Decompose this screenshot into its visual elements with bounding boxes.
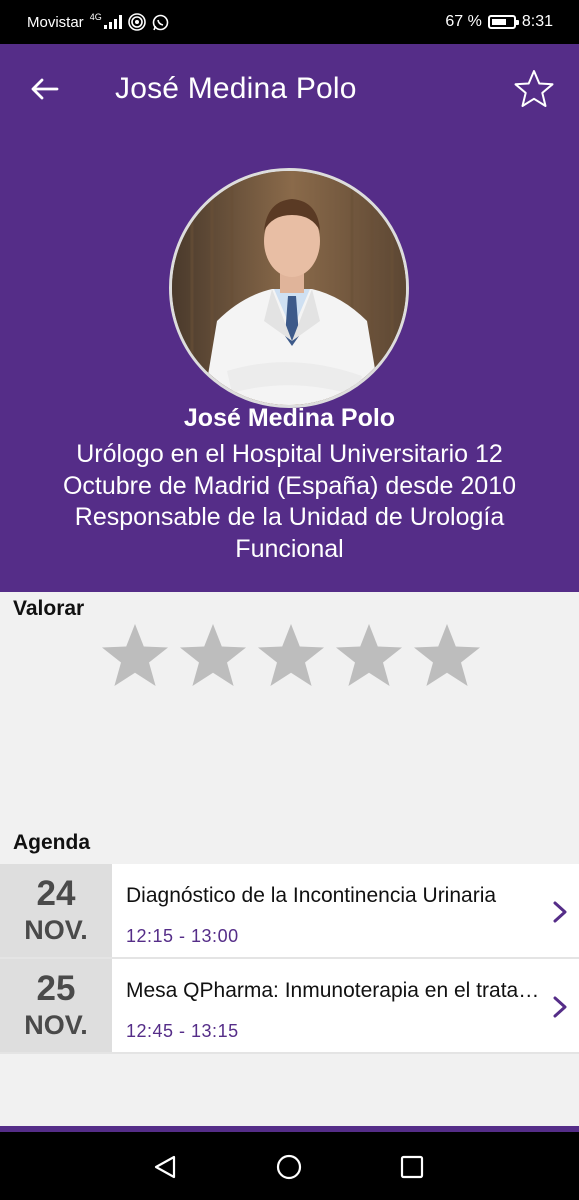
agenda-item[interactable]: 25 NOV. Mesa QPharma: Inmunoterapia en e… xyxy=(0,959,579,1054)
battery-percent: 67 % xyxy=(445,13,482,30)
rating-star-icon[interactable] xyxy=(178,622,248,692)
page-title: José Medina Polo xyxy=(115,72,357,105)
avatar xyxy=(169,168,409,408)
rating-star-icon[interactable] xyxy=(334,622,404,692)
app-bar: José Medina Polo xyxy=(0,44,579,134)
agenda-month: NOV. xyxy=(24,914,88,945)
rating-star-icon[interactable] xyxy=(100,622,170,692)
chevron-right-icon xyxy=(553,996,567,1018)
speaker-profile: José Medina Polo Urólogo en el Hospital … xyxy=(0,134,579,592)
recents-square-icon[interactable] xyxy=(397,1152,427,1182)
signal-icon xyxy=(103,15,122,29)
agenda-session-title: Mesa QPharma: Inmunoterapia en el tratam… xyxy=(126,979,544,1002)
agenda-time: 12:45 - 13:15 xyxy=(126,1021,239,1041)
battery-icon xyxy=(487,15,519,29)
arrow-left-icon[interactable] xyxy=(29,74,59,104)
rating-star-icon[interactable] xyxy=(412,622,482,692)
star-outline-icon[interactable] xyxy=(513,68,555,110)
network-label: 4G xyxy=(89,12,102,22)
home-circle-icon[interactable] xyxy=(274,1152,304,1182)
back-triangle-icon[interactable] xyxy=(150,1152,180,1182)
agenda-info: Diagnóstico de la Incontinencia Urinaria… xyxy=(112,864,579,957)
whatsapp-icon xyxy=(152,14,169,30)
agenda-day: 24 xyxy=(36,873,76,913)
carrier-label: Movistar xyxy=(27,13,84,31)
system-nav-bar xyxy=(0,1132,579,1200)
agenda-date: 25 NOV. xyxy=(0,959,112,1052)
agenda-list: 24 NOV. Diagnóstico de la Incontinencia … xyxy=(0,864,579,1054)
agenda-item[interactable]: 24 NOV. Diagnóstico de la Incontinencia … xyxy=(0,864,579,959)
rating-star-icon[interactable] xyxy=(256,622,326,692)
agenda-info: Mesa QPharma: Inmunoterapia en el tratam… xyxy=(112,959,579,1052)
chevron-right-icon xyxy=(553,901,567,923)
speaker-bio: Urólogo en el Hospital Universitario 12 … xyxy=(62,440,517,563)
agenda-day: 25 xyxy=(36,968,76,1008)
status-bar: Movistar 4G 67 % 8:31 xyxy=(0,0,579,44)
agenda-date: 24 NOV. xyxy=(0,864,112,957)
status-right: 67 % 8:31 xyxy=(445,13,553,31)
rating-stars xyxy=(100,622,482,692)
agenda-month: NOV. xyxy=(24,1009,88,1040)
rating-title: Valorar xyxy=(13,597,85,620)
status-left: Movistar 4G xyxy=(27,12,169,31)
agenda-session-title: Diagnóstico de la Incontinencia Urinaria xyxy=(126,884,497,907)
speaker-name: José Medina Polo xyxy=(183,404,396,432)
agenda-time: 12:15 - 13:00 xyxy=(126,926,239,946)
agenda-title: Agenda xyxy=(13,831,91,854)
speaker-photo xyxy=(172,171,406,405)
rating-section: Valorar xyxy=(0,592,579,822)
clock: 8:31 xyxy=(521,13,553,30)
hotspot-icon xyxy=(127,13,146,31)
